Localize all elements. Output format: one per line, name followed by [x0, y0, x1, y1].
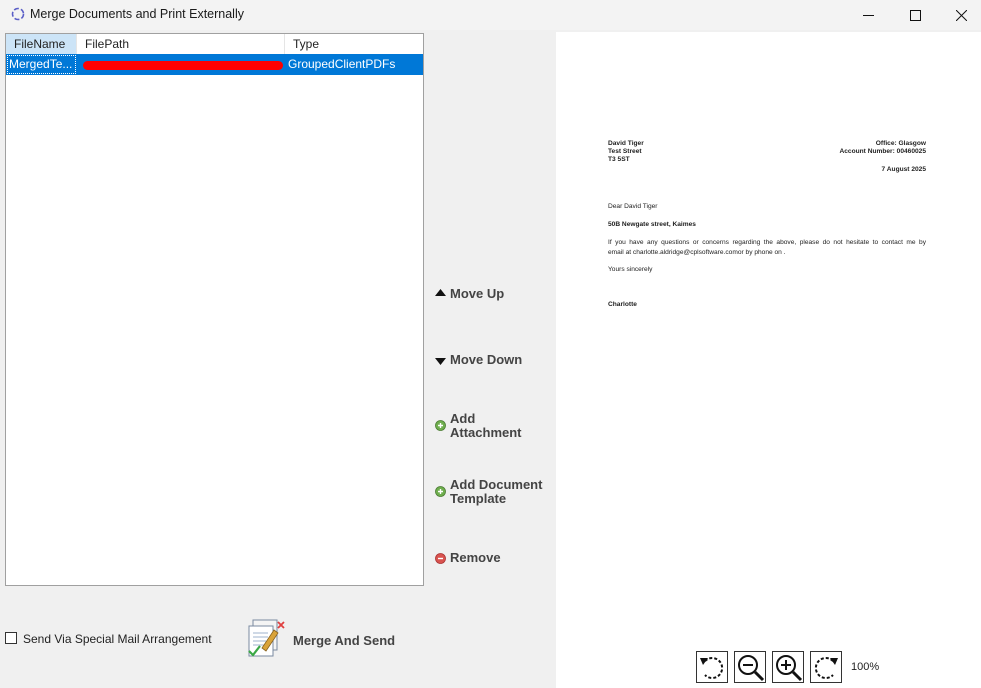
redaction-mark: [83, 61, 283, 70]
window-title: Merge Documents and Print Externally: [30, 7, 244, 21]
signature: Charlotte: [608, 301, 637, 308]
column-header-filename[interactable]: FileName: [6, 34, 77, 54]
arrow-down-icon: [435, 358, 446, 365]
subject-line: 50B Newgate street, Kaimes: [608, 221, 696, 228]
rotate-left-icon: [700, 657, 724, 679]
column-header-filepath[interactable]: FilePath: [77, 34, 285, 54]
add-document-template-button[interactable]: Add Document Template: [435, 478, 550, 508]
remove-button[interactable]: Remove: [435, 551, 525, 567]
recipient-street: Test Street: [608, 148, 642, 155]
zoom-level: 100%: [851, 661, 880, 673]
closing: Yours sincerely: [608, 266, 653, 273]
table-row[interactable]: MergedTe... GroupedClientPDFs: [6, 54, 423, 75]
maximize-icon: [909, 9, 921, 21]
zoom-in-icon: [776, 655, 803, 682]
document-preview[interactable]: David Tiger Test Street T3 5ST Office: G…: [556, 32, 981, 688]
documents-list[interactable]: FileName FilePath Type MergedTe... Group…: [5, 33, 424, 586]
move-down-button[interactable]: Move Down: [435, 353, 535, 369]
body-line-2: email at charlotte.aldridge@cplsoftware.…: [608, 249, 786, 256]
move-up-label: Move Up: [450, 286, 505, 301]
move-up-button[interactable]: Move Up: [435, 287, 535, 303]
close-button[interactable]: [938, 0, 981, 30]
cell-filename[interactable]: MergedTe...: [6, 54, 77, 75]
add-attachment-label-1: Add: [450, 411, 476, 426]
salutation: Dear David Tiger: [608, 203, 658, 210]
app-ring-icon: [11, 7, 25, 21]
arrow-up-icon: [435, 289, 446, 296]
add-icon: [435, 420, 446, 431]
remove-label: Remove: [450, 550, 501, 565]
rotate-right-icon: [814, 657, 838, 679]
recipient-name: David Tiger: [608, 140, 644, 147]
special-mail-checkbox[interactable]: [5, 632, 17, 644]
rotate-right-button[interactable]: [810, 651, 842, 683]
recipient-postcode: T3 5ST: [608, 156, 630, 163]
maximize-button[interactable]: [892, 0, 938, 30]
merge-and-send-button[interactable]: Merge And Send: [246, 618, 406, 664]
add-template-label-1: Add Document: [450, 477, 543, 492]
special-mail-label[interactable]: Send Via Special Mail Arrangement: [23, 632, 212, 646]
office-details: Office: Glasgow Account Number: 00460025: [840, 140, 927, 156]
column-header-type[interactable]: Type: [285, 34, 423, 54]
list-header: FileName FilePath Type: [6, 34, 423, 54]
office: Office: Glasgow: [875, 140, 926, 147]
add-icon: [435, 486, 446, 497]
recipient-address: David Tiger Test Street T3 5ST: [608, 140, 644, 164]
merge-and-send-label: Merge And Send: [293, 633, 396, 648]
cell-type[interactable]: GroupedClientPDFs: [285, 54, 423, 75]
move-down-label: Move Down: [450, 352, 523, 367]
body-line-1: If you have any questions or concerns re…: [608, 239, 926, 246]
merge-documents-icon: [248, 619, 285, 657]
minimize-icon: [862, 14, 874, 16]
add-attachment-button[interactable]: Add Attachment: [435, 412, 545, 442]
letter-date: 7 August 2025: [881, 166, 926, 173]
zoom-out-button[interactable]: [734, 651, 766, 683]
account-number: Account Number: 00460025: [839, 148, 927, 155]
add-attachment-label-2: Attachment: [450, 425, 522, 440]
close-icon: [955, 9, 967, 21]
rotate-left-button[interactable]: [696, 651, 728, 683]
remove-icon: [435, 553, 446, 564]
title-bar: Merge Documents and Print Externally: [0, 0, 981, 30]
zoom-out-icon: [738, 655, 765, 682]
minimize-button[interactable]: [845, 0, 891, 30]
zoom-in-button[interactable]: [772, 651, 804, 683]
add-template-label-2: Template: [450, 491, 507, 506]
